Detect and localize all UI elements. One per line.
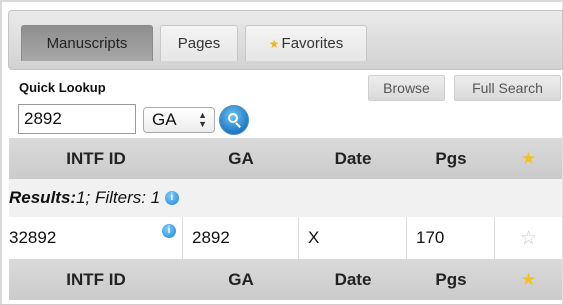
tab-favorites-label: Favorites: [281, 35, 344, 52]
results-text: 1; Filters: 1: [76, 188, 161, 207]
search-handle: [235, 122, 241, 128]
manuscripts-panel: Manuscripts Pages ★ Favorites Quick Looku…: [0, 0, 563, 305]
results-label: Results:: [9, 188, 77, 207]
search-icon[interactable]: [219, 105, 249, 135]
favorite-header-star-icon[interactable]: ★: [495, 149, 562, 169]
favorite-star-icon[interactable]: ☆: [520, 227, 537, 250]
tab-manuscripts-label: Manuscripts: [46, 35, 128, 52]
quick-lookup-input[interactable]: [18, 104, 136, 134]
full-search-button[interactable]: Full Search: [454, 75, 561, 101]
filters-info-icon[interactable]: i: [164, 191, 179, 205]
favorite-footer-star-icon[interactable]: ★: [495, 270, 562, 290]
col-header-pgs[interactable]: Pgs: [407, 149, 495, 169]
tab-pages[interactable]: Pages: [160, 25, 238, 61]
cell-date: X: [299, 217, 407, 259]
col-footer-ga[interactable]: GA: [183, 270, 299, 290]
quick-lookup-label: Quick Lookup: [19, 80, 106, 95]
tab-favorites[interactable]: ★ Favorites: [245, 25, 367, 61]
select-arrows-icon: ▲ ▼: [198, 110, 207, 129]
cell-intf-id: 32892 i: [9, 217, 183, 259]
col-header-ga[interactable]: GA: [183, 149, 299, 169]
cell-ga: 2892: [183, 217, 299, 259]
table-row[interactable]: 32892 i 2892 X 170 ☆: [9, 217, 562, 259]
tab-bar: Manuscripts Pages ★ Favorites: [8, 10, 563, 70]
table-header-bottom: INTF ID GA Date Pgs ★: [9, 259, 562, 300]
col-footer-pgs[interactable]: Pgs: [407, 270, 495, 290]
ga-select-value: GA: [152, 110, 177, 129]
row-info-icon[interactable]: i: [162, 224, 176, 238]
top-border: [0, 0, 563, 2]
cell-favorite: ☆: [495, 217, 562, 259]
star-icon: ★: [268, 36, 280, 51]
intf-id-value: 32892: [9, 228, 57, 247]
table-header-top: INTF ID GA Date Pgs ★: [9, 138, 562, 179]
left-border: [0, 0, 2, 305]
tab-pages-label: Pages: [177, 35, 221, 52]
ga-select[interactable]: GA ▲ ▼: [143, 107, 215, 133]
browse-button[interactable]: Browse: [368, 75, 445, 101]
col-footer-intf-id[interactable]: INTF ID: [9, 270, 183, 290]
col-footer-date[interactable]: Date: [299, 270, 407, 290]
cell-pgs: 170: [407, 217, 495, 259]
col-header-intf-id[interactable]: INTF ID: [9, 149, 183, 169]
col-header-date[interactable]: Date: [299, 149, 407, 169]
results-summary: Results: 1; Filters: 1 i: [9, 179, 562, 217]
tab-manuscripts[interactable]: Manuscripts: [21, 25, 153, 61]
